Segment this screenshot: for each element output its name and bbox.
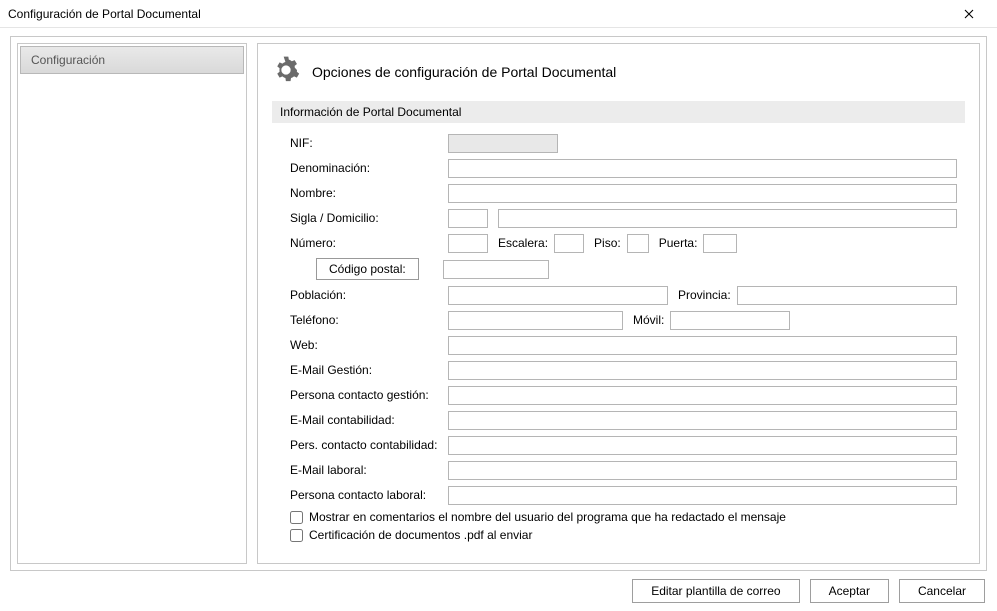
section-title: Información de Portal Documental <box>272 101 965 123</box>
label-persona-gestion: Persona contacto gestión: <box>290 388 448 402</box>
label-email-laboral: E-Mail laboral: <box>290 463 448 477</box>
window-title: Configuración de Portal Documental <box>8 7 949 21</box>
domicilio-field[interactable] <box>498 209 957 228</box>
persona-gestion-field[interactable] <box>448 386 957 405</box>
persona-contabilidad-field[interactable] <box>448 436 957 455</box>
label-movil: Móvil: <box>623 313 670 327</box>
checkbox-certificacion[interactable] <box>290 529 303 542</box>
checkbox-certificacion-label: Certificación de documentos .pdf al envi… <box>309 528 532 542</box>
titlebar: Configuración de Portal Documental <box>0 0 997 28</box>
email-laboral-field[interactable] <box>448 461 957 480</box>
escalera-field[interactable] <box>554 234 584 253</box>
puerta-field[interactable] <box>703 234 737 253</box>
email-gestion-field[interactable] <box>448 361 957 380</box>
label-web: Web: <box>290 338 448 352</box>
aceptar-button[interactable]: Aceptar <box>810 579 889 603</box>
label-nif: NIF: <box>290 136 448 150</box>
telefono-field[interactable] <box>448 311 623 330</box>
provincia-field[interactable] <box>737 286 957 305</box>
nombre-field[interactable] <box>448 184 957 203</box>
checkbox-mostrar-comentarios[interactable] <box>290 511 303 524</box>
poblacion-field[interactable] <box>448 286 668 305</box>
label-numero: Número: <box>290 236 448 250</box>
label-piso: Piso: <box>584 236 627 250</box>
label-email-contabilidad: E-Mail contabilidad: <box>290 413 448 427</box>
editar-plantilla-button[interactable]: Editar plantilla de correo <box>632 579 799 603</box>
label-persona-laboral: Persona contacto laboral: <box>290 488 448 502</box>
codigo-postal-field[interactable] <box>443 260 549 279</box>
dialog-frame: Configuración Opciones de configuración … <box>10 36 987 571</box>
checkbox-mostrar-comentarios-label: Mostrar en comentarios el nombre del usu… <box>309 510 786 524</box>
label-email-gestion: E-Mail Gestión: <box>290 363 448 377</box>
persona-laboral-field[interactable] <box>448 486 957 505</box>
nif-field <box>448 134 558 153</box>
web-field[interactable] <box>448 336 957 355</box>
label-sigla-domicilio: Sigla / Domicilio: <box>290 211 448 225</box>
label-escalera: Escalera: <box>488 236 554 250</box>
email-contabilidad-field[interactable] <box>448 411 957 430</box>
main-panel: Opciones de configuración de Portal Docu… <box>257 43 980 564</box>
close-button[interactable] <box>949 0 989 28</box>
piso-field[interactable] <box>627 234 649 253</box>
label-poblacion: Población: <box>290 288 448 302</box>
label-provincia: Provincia: <box>668 288 737 302</box>
label-puerta: Puerta: <box>649 236 704 250</box>
sigla-field[interactable] <box>448 209 488 228</box>
panel-heading: Opciones de configuración de Portal Docu… <box>312 64 616 80</box>
gear-icon <box>272 56 300 87</box>
sidebar-tab-configuracion[interactable]: Configuración <box>20 46 244 74</box>
cancelar-button[interactable]: Cancelar <box>899 579 985 603</box>
label-nombre: Nombre: <box>290 186 448 200</box>
label-telefono: Teléfono: <box>290 313 448 327</box>
codigo-postal-button[interactable]: Código postal: <box>316 258 419 280</box>
form: NIF: Denominación: Nombre: Sigla / Domic… <box>272 133 965 542</box>
denominacion-field[interactable] <box>448 159 957 178</box>
sidebar: Configuración <box>17 43 247 564</box>
label-persona-contabilidad: Pers. contacto contabilidad: <box>290 438 448 452</box>
close-icon <box>964 9 974 19</box>
footer: Editar plantilla de correo Aceptar Cance… <box>632 579 985 603</box>
movil-field[interactable] <box>670 311 790 330</box>
label-denominacion: Denominación: <box>290 161 448 175</box>
numero-field[interactable] <box>448 234 488 253</box>
